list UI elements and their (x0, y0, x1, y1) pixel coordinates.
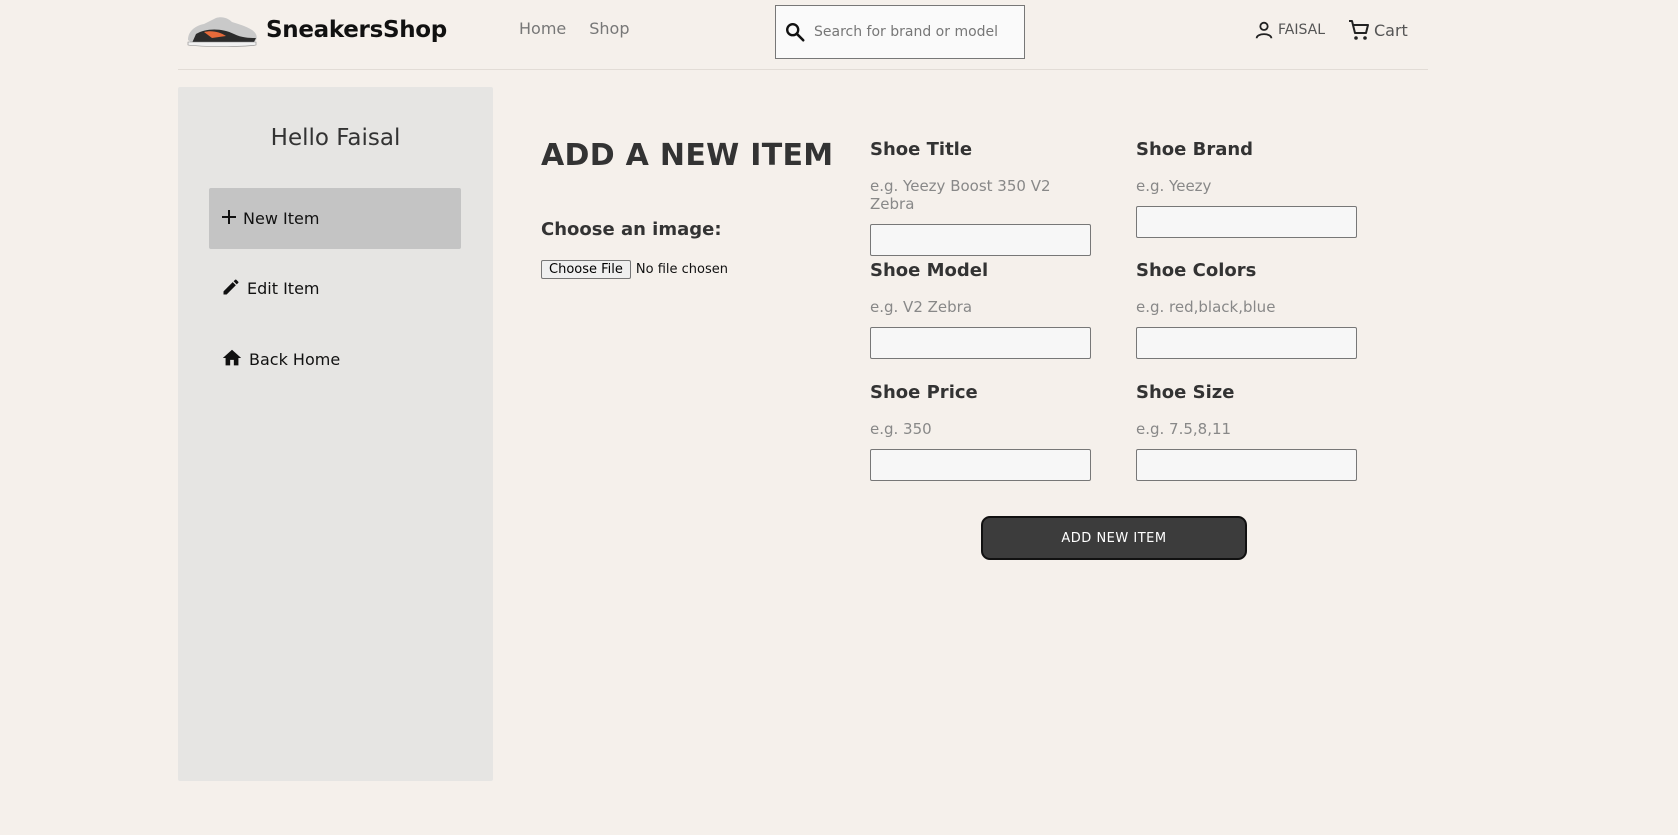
sidebar-item-label: Back Home (249, 350, 341, 369)
field-shoe-title: Shoe Title e.g. Yeezy Boost 350 V2 Zebra (870, 139, 1091, 256)
search-input[interactable] (812, 23, 1012, 41)
sidebar-item-label: Edit Item (247, 279, 320, 298)
home-icon (222, 349, 242, 365)
sneaker-logo-icon (187, 17, 257, 47)
field-shoe-brand: Shoe Brand e.g. Yeezy (1136, 139, 1357, 238)
page-title: ADD A NEW ITEM (541, 138, 834, 173)
shoe-title-input[interactable] (870, 224, 1091, 256)
field-hint: e.g. 7.5,8,11 (1136, 420, 1232, 438)
brand-name: SneakersShop (266, 17, 447, 43)
field-label: Shoe Price (870, 382, 978, 403)
user-area: FAISAL Cart (1253, 18, 1408, 42)
choose-file-button[interactable]: Choose File (541, 260, 631, 279)
field-label: Shoe Colors (1136, 260, 1257, 281)
plus-icon (222, 209, 236, 224)
field-hint: e.g. Yeezy Boost 350 V2 Zebra (870, 177, 1051, 213)
field-label: Shoe Brand (1136, 139, 1254, 160)
shoe-model-input[interactable] (870, 327, 1091, 359)
sidebar-item-new-item[interactable]: New Item (209, 188, 461, 249)
shoe-brand-input[interactable] (1136, 206, 1357, 238)
field-shoe-size: Shoe Size e.g. 7.5,8,11 (1136, 382, 1357, 481)
field-label: Shoe Model (870, 260, 989, 281)
sidebar-item-label: New Item (243, 209, 320, 228)
file-picker: Choose File No file chosen (541, 260, 728, 279)
site-header: SneakersShop Home Shop FAISAL Cart (178, 0, 1428, 70)
field-shoe-model: Shoe Model e.g. V2 Zebra (870, 260, 1091, 359)
nav-home-link[interactable]: Home (519, 19, 566, 38)
field-shoe-price: Shoe Price e.g. 350 (870, 382, 1091, 481)
field-label: Shoe Title (870, 139, 973, 160)
sidebar-item-edit-item[interactable]: Edit Item (209, 258, 461, 319)
field-hint: e.g. 350 (870, 420, 932, 438)
field-hint: e.g. V2 Zebra (870, 298, 973, 316)
main-nav: Home Shop (519, 19, 630, 38)
cart-label: Cart (1374, 20, 1408, 40)
search-box (775, 5, 1025, 59)
field-label: Shoe Size (1136, 382, 1235, 403)
user-icon (1255, 21, 1273, 39)
sidebar-item-back-home[interactable]: Back Home (209, 329, 461, 390)
field-hint: e.g. red,black,blue (1136, 298, 1276, 316)
file-status: No file chosen (635, 262, 728, 277)
cart-icon (1349, 20, 1369, 40)
pencil-icon (223, 279, 239, 294)
shoe-size-input[interactable] (1136, 449, 1357, 481)
brand-logo[interactable]: SneakersShop (182, 10, 447, 50)
user-name: FAISAL (1278, 22, 1325, 38)
shoe-price-input[interactable] (870, 449, 1091, 481)
cart-link[interactable]: Cart (1347, 18, 1408, 42)
image-label: Choose an image: (541, 219, 722, 240)
account-link[interactable]: FAISAL (1253, 19, 1325, 41)
add-new-item-button[interactable]: ADD NEW ITEM (981, 516, 1247, 560)
shoe-colors-input[interactable] (1136, 327, 1357, 359)
field-hint: e.g. Yeezy (1136, 177, 1212, 195)
dashboard-sidebar: Hello Faisal New Item Edit Item Back Hom… (178, 87, 493, 781)
field-shoe-colors: Shoe Colors e.g. red,black,blue (1136, 260, 1357, 359)
greeting: Hello Faisal (270, 125, 401, 151)
search-icon (786, 23, 805, 42)
nav-shop-link[interactable]: Shop (589, 19, 629, 38)
